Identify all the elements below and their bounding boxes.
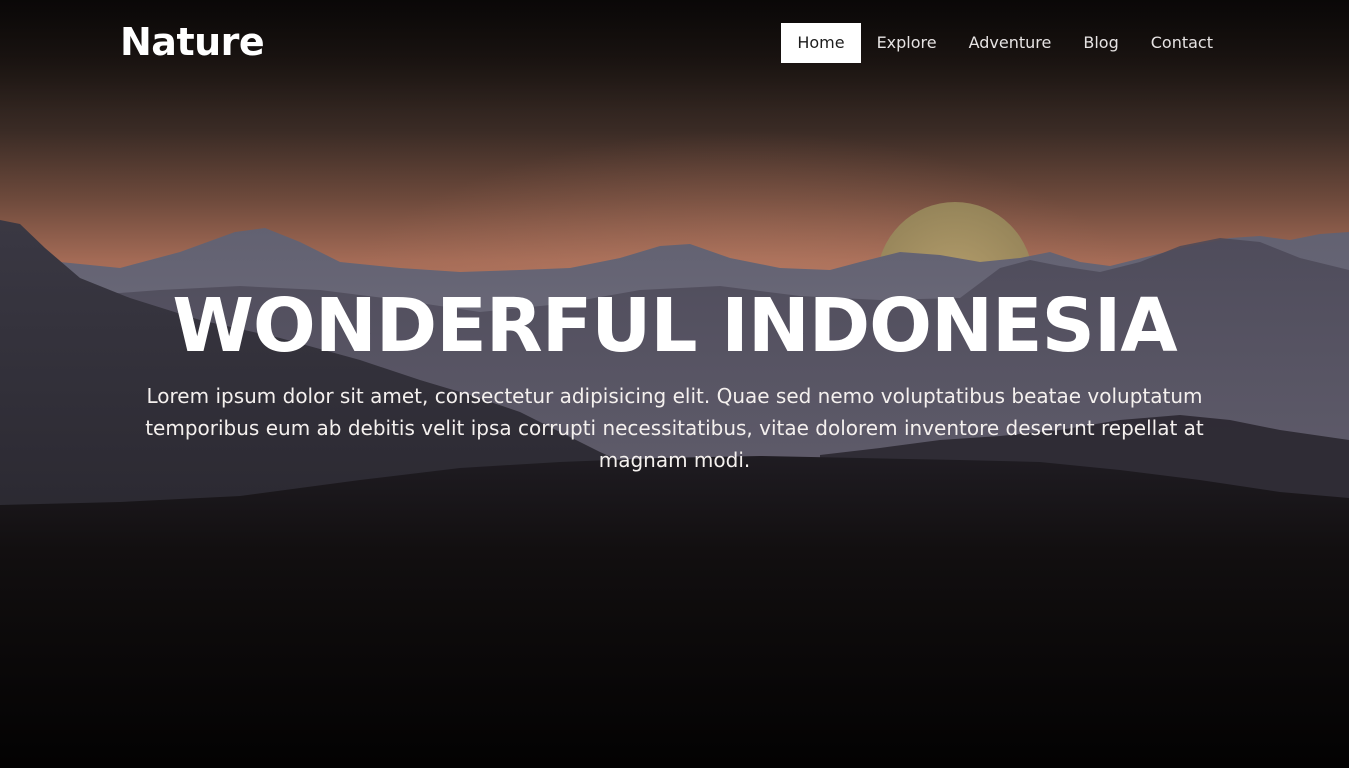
nav-adventure[interactable]: Adventure bbox=[953, 23, 1068, 63]
landing-page: Nature Home Explore Adventure Blog Conta… bbox=[0, 0, 1349, 768]
main-nav: Home Explore Adventure Blog Contact bbox=[781, 23, 1229, 63]
nav-home[interactable]: Home bbox=[781, 23, 861, 63]
hero-description: Lorem ipsum dolor sit amet, consectetur … bbox=[145, 384, 1204, 472]
hero-title: WONDERFUL INDONESIA bbox=[172, 283, 1177, 369]
site-header: Nature Home Explore Adventure Blog Conta… bbox=[0, 0, 1349, 86]
nav-blog[interactable]: Blog bbox=[1067, 23, 1134, 63]
nav-contact[interactable]: Contact bbox=[1135, 23, 1229, 63]
hero-section: WONDERFUL INDONESIA Lorem ipsum dolor si… bbox=[0, 282, 1349, 476]
nav-explore[interactable]: Explore bbox=[861, 23, 953, 63]
site-logo[interactable]: Nature bbox=[120, 18, 265, 66]
